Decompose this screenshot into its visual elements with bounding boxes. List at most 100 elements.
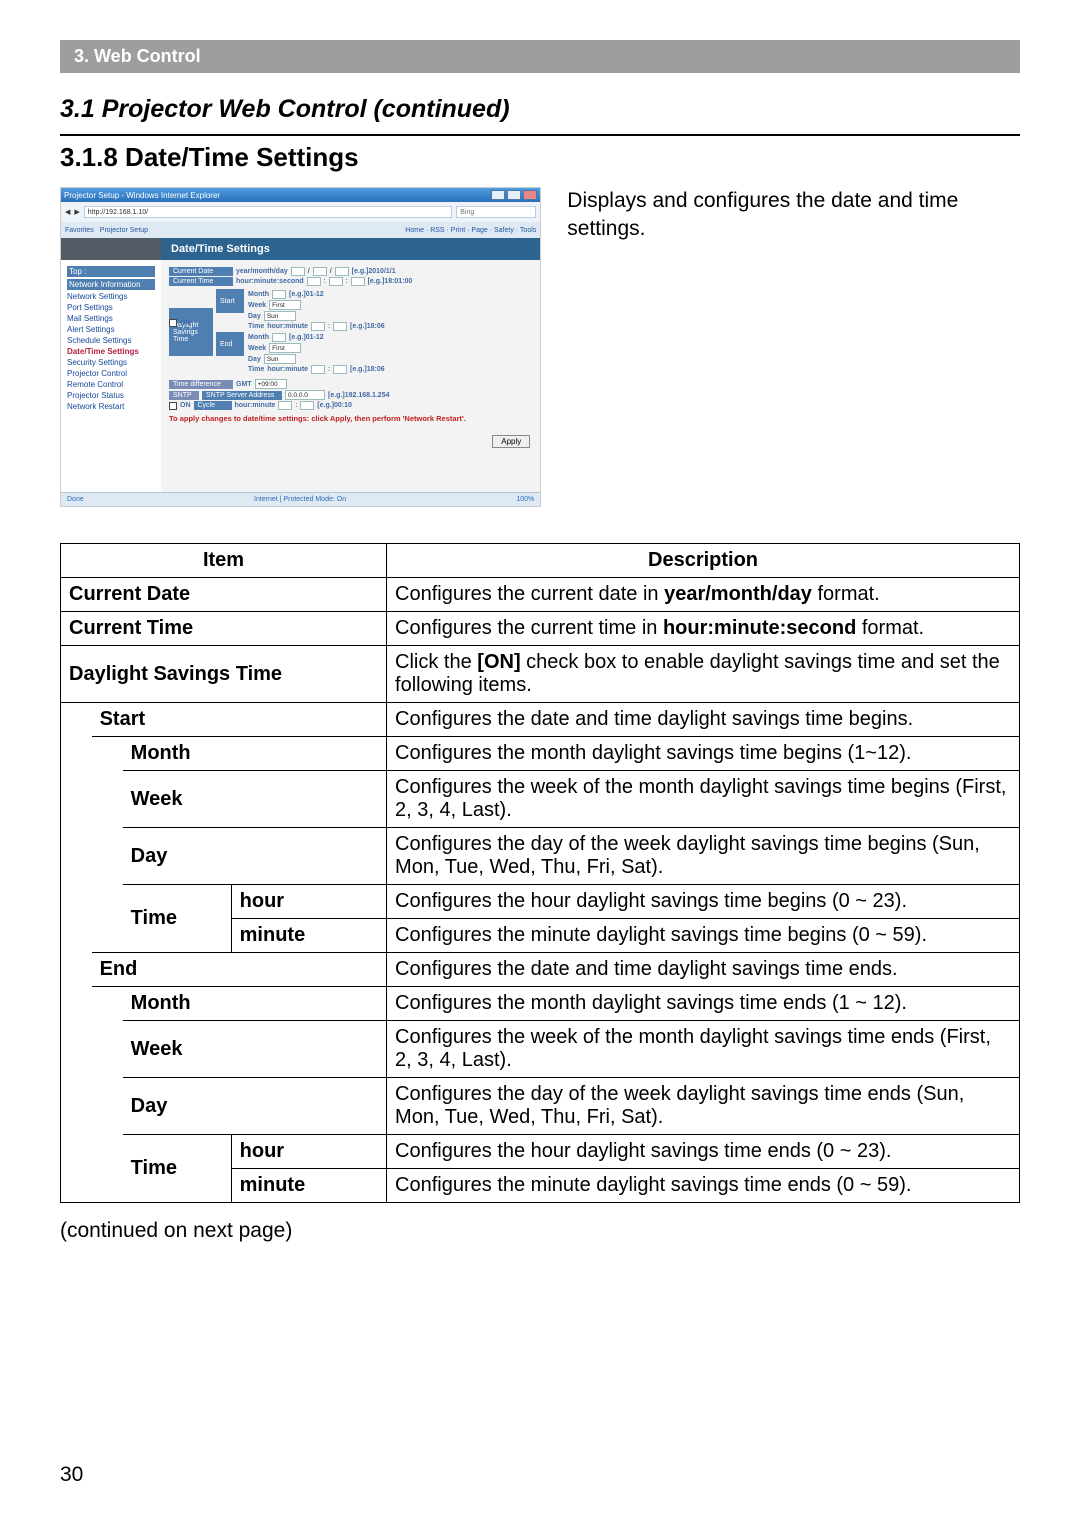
sidebar-item-projector-status[interactable]: Projector Status bbox=[67, 391, 155, 400]
page-number: 30 bbox=[60, 1463, 1020, 1487]
row-start-hour-desc: Configures the hour daylight savings tim… bbox=[387, 885, 1020, 919]
sidebar-item-projector-control[interactable]: Projector Control bbox=[67, 369, 155, 378]
browser-tab-bar: Favorites Projector Setup Home · RSS · P… bbox=[61, 222, 540, 238]
end-hour-input[interactable] bbox=[311, 365, 325, 374]
label-hourmin-end: hour:minute bbox=[267, 366, 308, 373]
indent-col-2b bbox=[92, 987, 123, 1203]
search-input[interactable]: Bing bbox=[456, 206, 536, 218]
start-week-select[interactable]: First bbox=[269, 300, 301, 310]
label-gmt: GMT bbox=[236, 381, 252, 388]
sidebar-item-port-settings[interactable]: Port Settings bbox=[67, 303, 155, 312]
row-start-week-desc: Configures the week of the month dayligh… bbox=[387, 771, 1020, 828]
settings-panel: Current Date year/month/day // [e.g.]201… bbox=[161, 260, 540, 496]
end-month-input[interactable] bbox=[272, 333, 286, 342]
sidebar-item-mail-settings[interactable]: Mail Settings bbox=[67, 314, 155, 323]
row-start-day-desc: Configures the day of the week daylight … bbox=[387, 828, 1020, 885]
start-hour-input[interactable] bbox=[311, 322, 325, 331]
sidebar-item-datetime-settings[interactable]: Date/Time Settings bbox=[67, 347, 155, 356]
row-end-hour-item: hour bbox=[231, 1135, 386, 1169]
row-dst-desc: Click the [ON] check box to enable dayli… bbox=[387, 646, 1020, 703]
sidebar-item-schedule-settings[interactable]: Schedule Settings bbox=[67, 336, 155, 345]
date-year-input[interactable] bbox=[291, 267, 305, 276]
dst-on-checkbox[interactable] bbox=[169, 319, 177, 327]
row-end-month-item: Month bbox=[123, 987, 387, 1021]
end-day-select[interactable]: Sun bbox=[264, 354, 296, 364]
chapter-banner: 3. Web Control bbox=[60, 40, 1020, 73]
row-start-item: Start bbox=[92, 703, 387, 737]
row-end-week-desc: Configures the week of the month dayligh… bbox=[387, 1021, 1020, 1078]
row-dst-item: Daylight Savings Time bbox=[61, 646, 387, 703]
sntp-on-checkbox[interactable] bbox=[169, 402, 177, 410]
maximize-icon[interactable] bbox=[507, 190, 521, 200]
hint-end-hm: [e.g.]18:06 bbox=[350, 366, 385, 373]
row-end-desc: Configures the date and time daylight sa… bbox=[387, 953, 1020, 987]
sntp-addr-input[interactable]: 0.0.0.0 bbox=[285, 390, 325, 400]
hint-cycle: [e.g.]00:10 bbox=[317, 402, 352, 409]
label-month: Month bbox=[248, 291, 269, 298]
start-month-input[interactable] bbox=[272, 290, 286, 299]
label-ymd: year/month/day bbox=[236, 268, 288, 275]
row-end-day-item: Day bbox=[123, 1078, 387, 1135]
sidebar-item-network-info[interactable]: Network Information bbox=[67, 279, 155, 290]
th-desc: Description bbox=[387, 544, 1020, 578]
row-end-day-desc: Configures the day of the week daylight … bbox=[387, 1078, 1020, 1135]
status-zoom: 100% bbox=[516, 496, 534, 503]
end-week-select[interactable]: First bbox=[269, 343, 301, 353]
description-table: Item Description Current Date Configures… bbox=[60, 543, 1020, 1203]
row-start-minute-desc: Configures the minute daylight savings t… bbox=[387, 919, 1020, 953]
section-heading: 3.1.8 Date/Time Settings bbox=[60, 134, 1020, 173]
back-icon[interactable]: ◀ bbox=[65, 208, 70, 216]
sidebar-item-network-restart[interactable]: Network Restart bbox=[67, 402, 155, 411]
time-min-input[interactable] bbox=[329, 277, 343, 286]
hint-sntp: [e.g.]192.168.1.254 bbox=[328, 392, 390, 399]
time-hour-input[interactable] bbox=[307, 277, 321, 286]
end-min-input[interactable] bbox=[333, 365, 347, 374]
label-week: Week bbox=[248, 302, 266, 309]
tab-projector-setup[interactable]: Projector Setup bbox=[100, 227, 148, 234]
label-week-end: Week bbox=[248, 345, 266, 352]
th-item: Item bbox=[61, 544, 387, 578]
cycle-hour-input[interactable] bbox=[278, 401, 292, 410]
row-start-desc: Configures the date and time daylight sa… bbox=[387, 703, 1020, 737]
row-current-time-item: Current Time bbox=[61, 612, 387, 646]
start-min-input[interactable] bbox=[333, 322, 347, 331]
favorites-label[interactable]: Favorites bbox=[65, 227, 94, 234]
sidebar: Top : Network Information Network Settin… bbox=[61, 260, 161, 496]
label-dst: Daylight Savings Time bbox=[169, 308, 213, 356]
label-sntp-on: ON bbox=[180, 402, 191, 409]
start-day-select[interactable]: Sun bbox=[264, 311, 296, 321]
sidebar-item-network-settings[interactable]: Network Settings bbox=[67, 292, 155, 301]
gmt-select[interactable]: +09:00 bbox=[255, 379, 287, 389]
sidebar-item-security-settings[interactable]: Security Settings bbox=[67, 358, 155, 367]
date-day-input[interactable] bbox=[335, 267, 349, 276]
close-icon[interactable] bbox=[523, 190, 537, 200]
browser-tools[interactable]: Home · RSS · Print · Page · Safety · Too… bbox=[405, 227, 536, 234]
hint-start-hm: [e.g.]18:06 bbox=[350, 323, 385, 330]
row-current-time-desc: Configures the current time in hour:minu… bbox=[387, 612, 1020, 646]
label-hms: hour:minute:second bbox=[236, 278, 304, 285]
minimize-icon[interactable] bbox=[491, 190, 505, 200]
sidebar-top[interactable]: Top : bbox=[67, 266, 155, 277]
cycle-min-input[interactable] bbox=[300, 401, 314, 410]
label-on: ON bbox=[180, 320, 191, 327]
label-time-hm-end: Time bbox=[248, 366, 264, 373]
row-start-week-item: Week bbox=[123, 771, 387, 828]
label-start: Start bbox=[216, 289, 244, 313]
date-month-input[interactable] bbox=[313, 267, 327, 276]
row-current-date-desc: Configures the current date in year/mont… bbox=[387, 578, 1020, 612]
logo-area bbox=[61, 238, 161, 260]
row-start-day-item: Day bbox=[123, 828, 387, 885]
row-start-month-desc: Configures the month daylight savings ti… bbox=[387, 737, 1020, 771]
forward-icon[interactable]: ▶ bbox=[74, 208, 79, 216]
indent-col-1 bbox=[61, 703, 92, 1203]
sidebar-item-alert-settings[interactable]: Alert Settings bbox=[67, 325, 155, 334]
row-end-minute-item: minute bbox=[231, 1169, 386, 1203]
intro-text: Displays and configures the date and tim… bbox=[567, 187, 1020, 244]
row-end-week-item: Week bbox=[123, 1021, 387, 1078]
time-sec-input[interactable] bbox=[351, 277, 365, 286]
sidebar-item-remote-control[interactable]: Remote Control bbox=[67, 380, 155, 389]
apply-button[interactable]: Apply bbox=[492, 435, 530, 448]
status-done: Done bbox=[67, 496, 84, 503]
url-input[interactable]: http://192.168.1.10/ bbox=[84, 206, 453, 218]
label-time-hm: Time bbox=[248, 323, 264, 330]
